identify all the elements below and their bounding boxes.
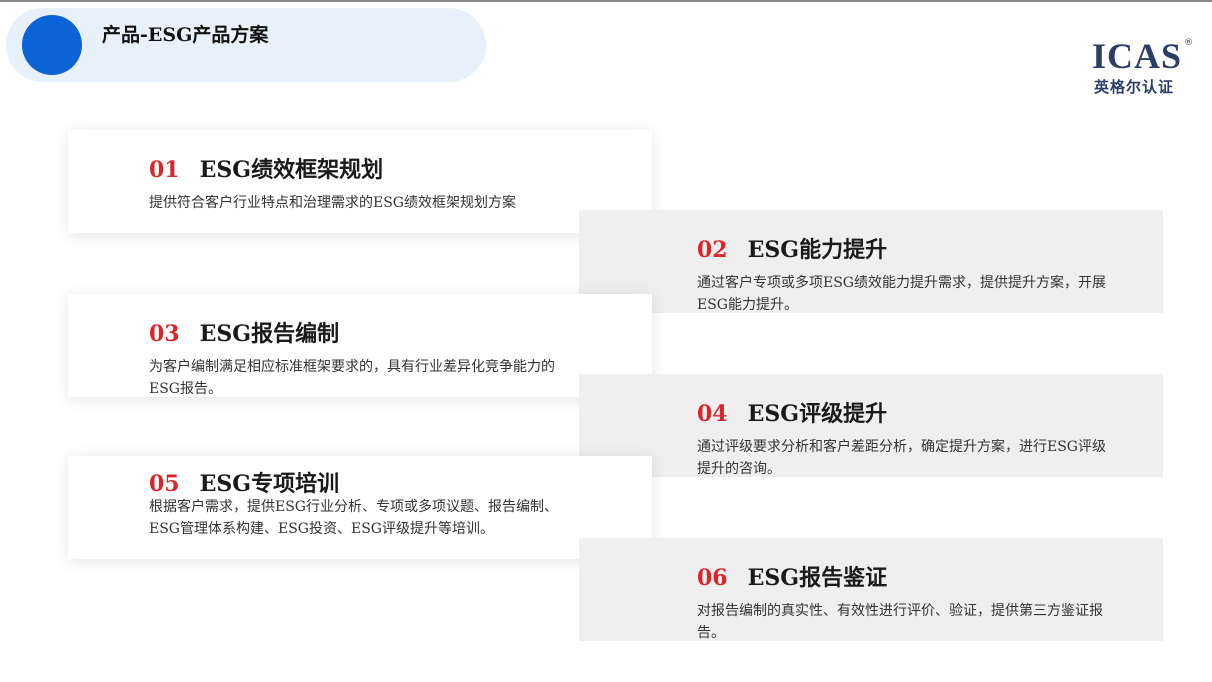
registered-mark: ®	[1184, 38, 1193, 48]
card-number: 04	[697, 401, 728, 427]
card-number: 02	[697, 237, 728, 263]
card-heading: 04 ESG评级提升	[697, 396, 887, 428]
card-title: ESG专项培训	[199, 471, 340, 497]
service-card-01: 01 ESG绩效框架规划 提供符合客户行业特点和治理需求的ESG绩效框架规划方案	[68, 130, 652, 233]
card-description: 通过客户专项或多项ESG绩效能力提升需求，提供提升方案，开展ESG能力提升。	[697, 275, 1106, 313]
card-number: 06	[697, 565, 728, 591]
card-heading: 06 ESG报告鉴证	[697, 560, 887, 592]
card-description: 通过评级要求分析和客户差距分析，确定提升方案，进行ESG评级提升的咨询。	[697, 439, 1106, 477]
card-heading: 01 ESG绩效框架规划	[149, 152, 383, 184]
card-description: 对报告编制的真实性、有效性进行评价、验证，提供第三方鉴证报告。	[697, 603, 1103, 641]
logo-chinese-name: 英格尔认证	[1094, 78, 1175, 96]
service-card-04: 04 ESG评级提升 通过评级要求分析和客户差距分析，确定提升方案，进行ESG评级…	[579, 374, 1163, 477]
card-description: 提供符合客户行业特点和治理需求的ESG绩效框架规划方案	[149, 195, 516, 211]
card-heading: 02 ESG能力提升	[697, 232, 887, 264]
icas-logo: ICAS ® 英格尔认证	[1088, 38, 1196, 98]
top-divider	[0, 0, 1212, 2]
card-title: ESG能力提升	[747, 237, 888, 263]
logo-wordmark: ICAS	[1092, 36, 1183, 76]
service-card-06: 06 ESG报告鉴证 对报告编制的真实性、有效性进行评价、验证，提供第三方鉴证报告…	[579, 538, 1163, 641]
card-description: 根据客户需求，提供ESG行业分析、专项或多项议题、报告编制、ESG管理体系构建、…	[149, 499, 558, 537]
service-card-05: 05 ESG专项培训 根据客户需求，提供ESG行业分析、专项或多项议题、报告编制、…	[68, 456, 652, 559]
card-description: 为客户编制满足相应标准框架要求的，具有行业差异化竞争能力的ESG报告。	[149, 359, 555, 397]
service-card-03: 03 ESG报告编制 为客户编制满足相应标准框架要求的，具有行业差异化竞争能力的E…	[68, 294, 652, 397]
card-title: ESG报告鉴证	[747, 565, 888, 591]
card-title: ESG绩效框架规划	[199, 157, 384, 183]
card-heading: 03 ESG报告编制	[149, 316, 339, 348]
card-number: 05	[149, 471, 180, 497]
card-number: 03	[149, 321, 180, 347]
title-dot-icon	[22, 15, 82, 75]
service-card-02: 02 ESG能力提升 通过客户专项或多项ESG绩效能力提升需求，提供提升方案，开展…	[579, 210, 1163, 313]
card-heading: 05 ESG专项培训	[149, 466, 339, 498]
page-title: 产品-ESG产品方案	[102, 24, 269, 46]
card-title: ESG评级提升	[747, 401, 888, 427]
card-number: 01	[149, 157, 180, 183]
card-title: ESG报告编制	[199, 321, 340, 347]
